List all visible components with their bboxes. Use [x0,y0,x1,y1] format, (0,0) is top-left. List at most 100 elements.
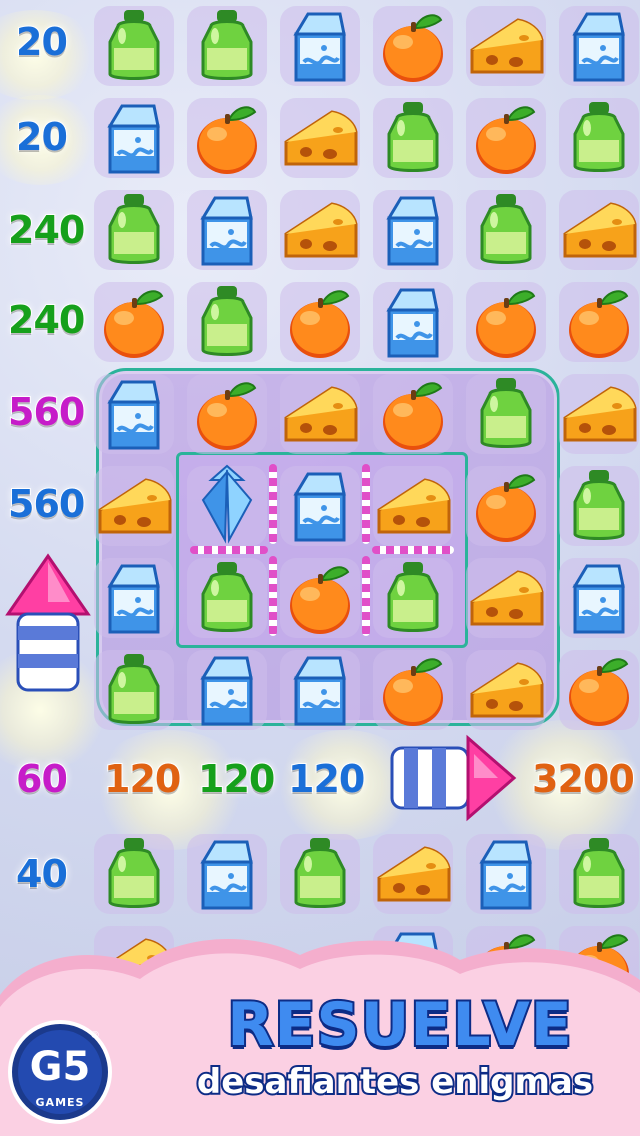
milk-icon[interactable] [367,184,459,276]
board-cell[interactable] [274,184,366,276]
board-cell[interactable] [553,460,640,552]
board-cell[interactable] [553,276,640,368]
board-cell[interactable] [553,184,640,276]
board-cell[interactable] [367,828,459,920]
board-cell[interactable] [274,552,366,644]
board-cell[interactable] [88,828,180,920]
bottle-icon[interactable] [88,644,180,736]
bottle-icon[interactable] [367,552,459,644]
board-cell[interactable] [181,0,273,92]
board-cell[interactable] [367,92,459,184]
orange-icon[interactable] [460,460,552,552]
bottle-icon[interactable] [181,276,273,368]
bottle-icon[interactable] [553,828,640,920]
cheese-icon[interactable] [88,460,180,552]
cheese-icon[interactable] [553,368,640,460]
board-cell[interactable] [553,0,640,92]
milk-icon[interactable] [181,644,273,736]
cheese-icon[interactable] [274,368,366,460]
bottle-icon[interactable] [460,184,552,276]
board-cell[interactable] [88,460,180,552]
milk-icon[interactable] [181,828,273,920]
milk-icon[interactable] [274,0,366,92]
board-cell[interactable] [367,552,459,644]
orange-icon[interactable] [460,276,552,368]
board-cell[interactable] [88,184,180,276]
cheese-icon[interactable] [367,460,459,552]
orange-icon[interactable] [274,552,366,644]
bottle-icon[interactable] [553,92,640,184]
milk-icon[interactable] [88,368,180,460]
board-cell[interactable] [553,552,640,644]
board-cell[interactable] [181,92,273,184]
board-cell[interactable] [460,552,552,644]
board-cell[interactable] [181,644,273,736]
board-cell[interactable] [88,0,180,92]
board-cell[interactable] [274,460,366,552]
orange-icon[interactable] [553,644,640,736]
board-cell[interactable] [367,644,459,736]
bottle-icon[interactable] [367,92,459,184]
orange-icon[interactable] [367,368,459,460]
milk-icon[interactable] [88,552,180,644]
board-cell[interactable] [460,276,552,368]
cheese-icon[interactable] [460,644,552,736]
orange-icon[interactable] [367,644,459,736]
board-cell[interactable] [460,644,552,736]
board-cell[interactable] [181,828,273,920]
board-cell[interactable] [367,368,459,460]
board-cell[interactable] [274,828,366,920]
bottle-icon[interactable] [181,0,273,92]
milk-icon[interactable] [460,828,552,920]
board-cell[interactable] [88,276,180,368]
bottle-icon[interactable] [88,0,180,92]
board-cell[interactable] [367,184,459,276]
board-cell[interactable] [181,368,273,460]
board-cell[interactable] [181,460,273,552]
orange-icon[interactable] [460,92,552,184]
board-cell[interactable] [367,276,459,368]
cheese-icon[interactable] [367,828,459,920]
orange-icon[interactable] [88,276,180,368]
milk-icon[interactable] [367,276,459,368]
orange-icon[interactable] [553,276,640,368]
cheese-icon[interactable] [274,92,366,184]
board-cell[interactable] [88,552,180,644]
board-cell[interactable] [181,184,273,276]
board-cell[interactable] [460,184,552,276]
board-cell[interactable] [460,368,552,460]
board-cell[interactable] [88,644,180,736]
bottle-icon[interactable] [88,184,180,276]
cheese-icon[interactable] [274,184,366,276]
board-cell[interactable] [460,92,552,184]
cheese-icon[interactable] [460,552,552,644]
cheese-icon[interactable] [460,0,552,92]
board-cell[interactable] [274,0,366,92]
milk-icon[interactable] [274,460,366,552]
bottle-icon[interactable] [274,828,366,920]
board-cell[interactable] [367,460,459,552]
board-cell[interactable] [460,460,552,552]
board-cell[interactable] [367,0,459,92]
board-cell[interactable] [460,828,552,920]
board-cell[interactable] [181,276,273,368]
board-cell[interactable] [553,92,640,184]
orange-icon[interactable] [181,92,273,184]
milk-icon[interactable] [181,184,273,276]
orange-icon[interactable] [274,276,366,368]
bottle-icon[interactable] [88,828,180,920]
board-cell[interactable] [274,368,366,460]
orange-icon[interactable] [367,0,459,92]
bottle-icon[interactable] [181,552,273,644]
board-cell[interactable] [553,644,640,736]
cheese-icon[interactable] [553,184,640,276]
board-cell[interactable] [88,368,180,460]
board-cell[interactable] [274,276,366,368]
board-cell[interactable] [181,552,273,644]
milk-icon[interactable] [274,644,366,736]
milk-icon[interactable] [88,92,180,184]
orange-icon[interactable] [181,368,273,460]
board-cell[interactable] [274,644,366,736]
board-cell[interactable] [553,828,640,920]
firework-rocket-up-icon[interactable] [0,552,96,702]
